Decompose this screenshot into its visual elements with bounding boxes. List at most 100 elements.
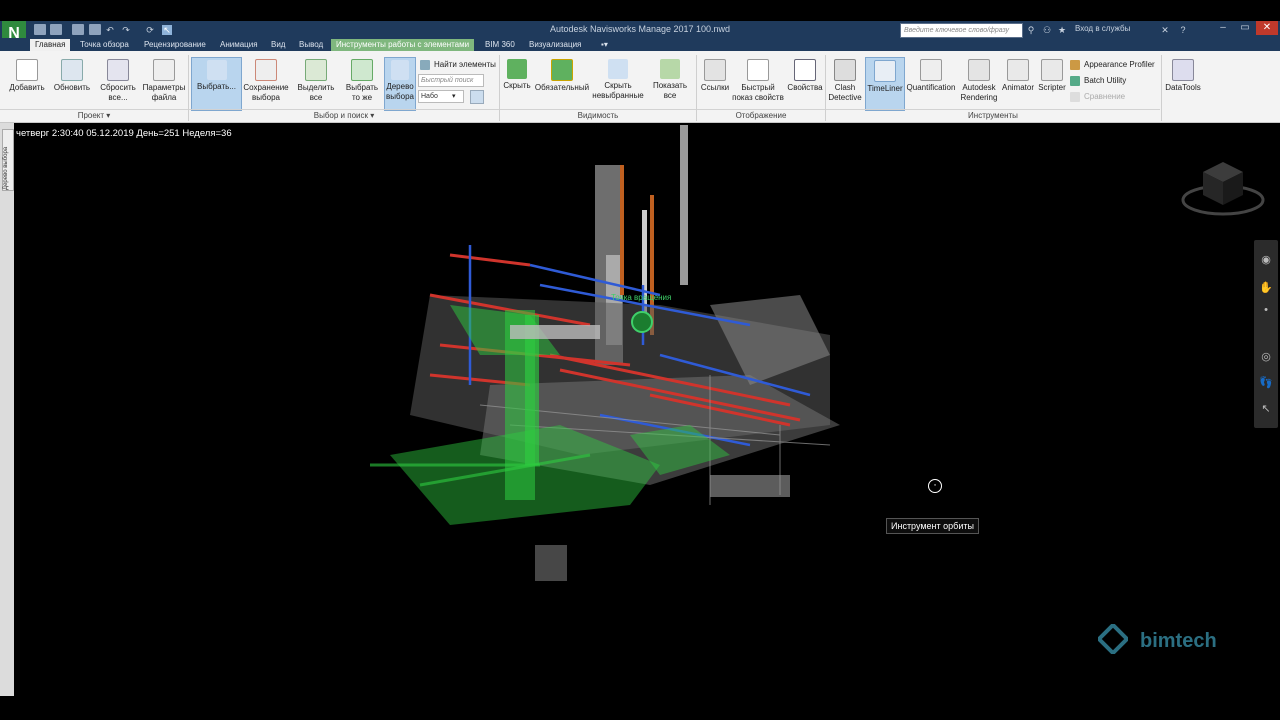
batch-utility-icon xyxy=(1070,75,1080,86)
tab-review[interactable]: Рецензирование xyxy=(139,39,211,51)
bimtech-logo-icon xyxy=(1098,624,1128,654)
maximize-button[interactable]: ▭ xyxy=(1234,21,1256,35)
properties-button[interactable]: Свойства xyxy=(786,57,824,109)
tab-item-tools[interactable]: Инструменты работы с элементами xyxy=(331,39,475,51)
group-visibility-label: Видимость xyxy=(500,109,696,122)
zoom-icon[interactable]: • xyxy=(1259,303,1273,317)
save-icon[interactable] xyxy=(72,24,84,35)
orbit-tool-tooltip: Инструмент орбиты xyxy=(886,518,979,534)
tab-output[interactable]: Вывод xyxy=(294,39,328,51)
add-button[interactable]: Добавить xyxy=(6,57,48,109)
selection-tree-button[interactable]: Дерево выбора xyxy=(384,57,416,111)
batch-utility-button[interactable]: Batch Utility xyxy=(1070,74,1126,87)
pan-hand-icon[interactable]: ✋ xyxy=(1259,281,1273,295)
orbit-icon[interactable]: ◎ xyxy=(1259,350,1273,364)
exchange-icon[interactable]: ✕ xyxy=(1160,25,1170,35)
users-icon[interactable]: ⚇ xyxy=(1042,25,1052,35)
tab-visualization[interactable]: Визуализация xyxy=(524,39,586,51)
datatools-button[interactable]: DataTools xyxy=(1163,57,1203,109)
appearance-profiler-icon xyxy=(1070,59,1080,70)
walk-icon[interactable]: 👣 xyxy=(1259,376,1273,390)
autodesk-rendering-button[interactable]: Autodesk Rendering xyxy=(959,57,999,109)
clash-detective-icon xyxy=(834,59,856,81)
manage-sets-icon[interactable] xyxy=(470,90,484,104)
tab-animation[interactable]: Анимация xyxy=(215,39,263,51)
timeliner-icon xyxy=(874,60,896,82)
star-icon[interactable]: ★ xyxy=(1057,25,1067,35)
links-button[interactable]: Ссылки xyxy=(698,57,732,109)
show-all-button[interactable]: Показать все xyxy=(650,57,690,109)
redo-icon[interactable]: ↷ xyxy=(121,25,131,35)
refresh-icon[interactable]: ⟳ xyxy=(145,25,155,35)
new-file-icon[interactable] xyxy=(34,24,46,35)
viewcube-icon[interactable] xyxy=(1178,150,1268,230)
ribbon-panel-extra xyxy=(1205,51,1280,123)
properties-icon xyxy=(794,59,816,81)
quantification-button[interactable]: Quantification xyxy=(905,57,957,109)
undo-icon[interactable]: ↶ xyxy=(105,25,115,35)
tab-camera-icon[interactable]: ▪▾ xyxy=(596,39,613,51)
minimize-button[interactable]: – xyxy=(1212,21,1234,35)
tab-view[interactable]: Вид xyxy=(266,39,290,51)
hide-unselected-icon xyxy=(608,59,628,79)
divider xyxy=(1161,55,1162,121)
sets-dropdown[interactable]: Набо xyxy=(418,90,464,103)
find-items-button[interactable]: Найти элементы xyxy=(420,58,496,71)
piles xyxy=(535,545,567,581)
navigation-bar xyxy=(1254,240,1278,428)
tab-bim360[interactable]: BIM 360 xyxy=(480,39,520,51)
clash-detective-button[interactable]: Clash Detective xyxy=(827,57,863,109)
open-file-icon[interactable] xyxy=(50,24,62,35)
hide-unselected-button[interactable]: Скрыть невыбранные xyxy=(592,57,644,109)
save-selection-button[interactable]: Сохранение выбора xyxy=(242,57,290,109)
search-input[interactable]: Введите ключевое слово/фразу xyxy=(900,23,1023,38)
find-items-icon xyxy=(420,59,430,70)
file-options-icon xyxy=(153,59,175,81)
selection-tree-dock: Дерево выбора xyxy=(0,123,14,696)
reset-all-button[interactable]: Сбросить все... xyxy=(95,57,141,109)
status-bar xyxy=(0,696,1280,720)
select-all-button[interactable]: Выделить все xyxy=(294,57,338,109)
group-select-label[interactable]: Выбор и поиск ▾ xyxy=(189,109,499,122)
tab-home[interactable]: Главная xyxy=(30,39,71,51)
link-icon xyxy=(704,59,726,81)
hide-button[interactable]: Скрыть xyxy=(502,57,532,109)
animator-button[interactable]: Animator xyxy=(1000,57,1036,109)
select-button[interactable]: Выбрать... xyxy=(191,57,242,111)
quick-properties-button[interactable]: Быстрый показ свойств xyxy=(732,57,784,109)
pivot-point-icon xyxy=(631,311,653,333)
selection-tree-tab[interactable]: Дерево выбора xyxy=(2,129,14,191)
group-display-label: Отображение xyxy=(697,109,825,122)
steering-wheel-icon[interactable]: ◉ xyxy=(1259,253,1273,267)
file-options-button[interactable]: Параметры файла xyxy=(141,57,187,109)
foundation xyxy=(710,475,790,497)
require-icon xyxy=(551,59,573,81)
print-icon[interactable] xyxy=(89,24,101,35)
timeliner-button[interactable]: TimeLiner xyxy=(865,57,905,111)
select-all-icon xyxy=(305,59,327,81)
chevron-down-icon[interactable]: ▾ xyxy=(452,92,456,100)
orange-pipe xyxy=(620,165,624,295)
sign-in-button[interactable]: Вход в службы xyxy=(1075,24,1130,33)
group-project-label[interactable]: Проект ▾ xyxy=(0,109,188,122)
select-same-button[interactable]: Выбрать то же xyxy=(342,57,382,109)
binoculars-icon[interactable]: ⚲ xyxy=(1026,25,1036,35)
refresh-button[interactable]: Обновить xyxy=(50,57,94,109)
watermark-text: bimtech xyxy=(1140,630,1217,652)
datatools-icon xyxy=(1172,59,1194,81)
show-all-icon xyxy=(660,59,680,79)
select-cursor-icon[interactable]: ↖ xyxy=(162,25,172,35)
appearance-profiler-button[interactable]: Appearance Profiler xyxy=(1070,58,1155,71)
help-icon[interactable]: ? xyxy=(1178,25,1188,35)
close-button[interactable]: ✕ xyxy=(1256,21,1278,35)
scripter-button[interactable]: Scripter xyxy=(1036,57,1068,109)
select-same-icon xyxy=(351,59,373,81)
select-cursor-icon[interactable]: ↖ xyxy=(1259,402,1273,416)
scripter-icon xyxy=(1041,59,1063,81)
pivot-point-label: Точка вращения xyxy=(611,293,672,302)
tab-viewpoint[interactable]: Точка обзора xyxy=(75,39,134,51)
quick-find-input[interactable]: Быстрый поиск xyxy=(418,74,484,87)
require-button[interactable]: Обязательный xyxy=(534,57,590,109)
plant-model[interactable] xyxy=(330,125,870,595)
hide-icon xyxy=(507,59,527,79)
